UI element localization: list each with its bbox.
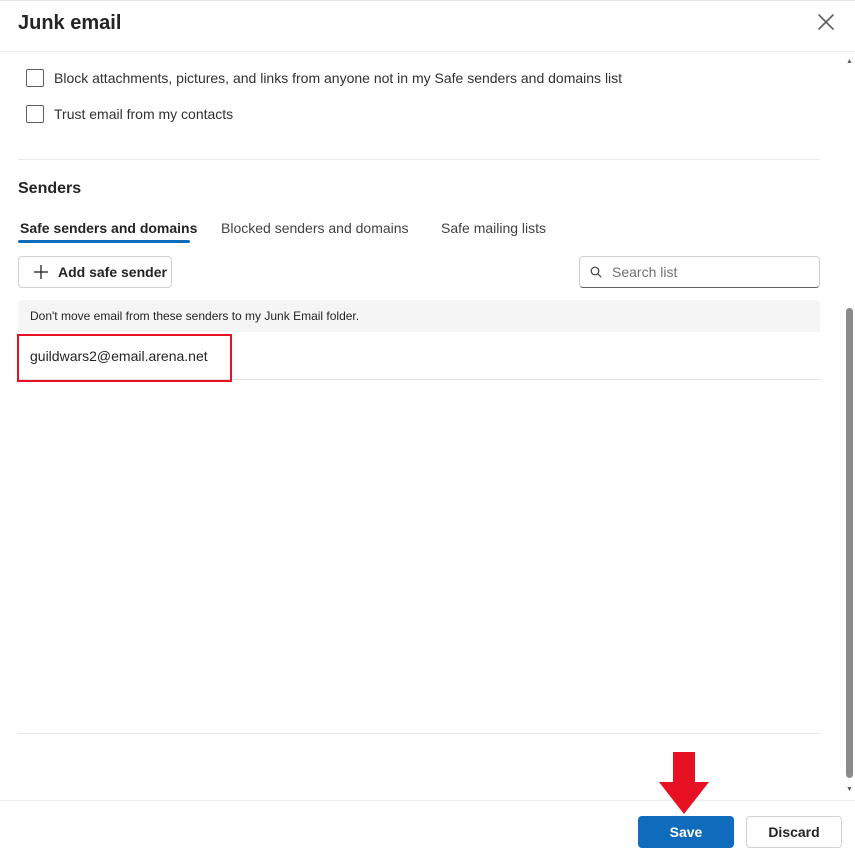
scroll-up-arrow[interactable]: ▲ bbox=[845, 58, 854, 66]
top-border bbox=[0, 0, 855, 1]
block-attachments-label: Block attachments, pictures, and links f… bbox=[54, 70, 623, 86]
section-divider bbox=[18, 159, 820, 160]
close-button[interactable] bbox=[812, 8, 840, 36]
tab-safe-mailing-lists[interactable]: Safe mailing lists bbox=[439, 220, 548, 244]
add-safe-sender-label: Add safe sender bbox=[58, 264, 167, 280]
senders-heading: Senders bbox=[18, 180, 82, 197]
list-description: Don't move email from these senders to m… bbox=[18, 300, 820, 332]
junk-email-dialog: Junk email Block attachments, pictures, … bbox=[0, 0, 855, 851]
scrollbar-thumb[interactable] bbox=[846, 308, 853, 778]
plus-icon bbox=[34, 265, 48, 279]
tab-blocked-senders[interactable]: Blocked senders and domains bbox=[219, 220, 411, 244]
active-tab-indicator bbox=[18, 240, 190, 243]
save-button[interactable]: Save bbox=[638, 816, 734, 848]
trust-contacts-checkbox[interactable] bbox=[26, 105, 44, 123]
block-attachments-checkbox[interactable] bbox=[26, 69, 44, 87]
trust-contacts-label: Trust email from my contacts bbox=[54, 106, 234, 122]
trust-contacts-option[interactable]: Trust email from my contacts bbox=[26, 105, 233, 123]
search-icon bbox=[590, 266, 602, 278]
close-icon bbox=[818, 14, 834, 30]
list-item[interactable]: guildwars2@email.arena.net bbox=[18, 333, 820, 380]
add-safe-sender-button[interactable]: Add safe sender bbox=[18, 256, 172, 288]
list-bottom-divider bbox=[18, 733, 820, 734]
annotation-arrow-icon bbox=[659, 752, 709, 814]
dialog-title: Junk email bbox=[18, 12, 122, 34]
header-divider bbox=[0, 51, 855, 52]
search-input[interactable] bbox=[610, 263, 804, 281]
search-box[interactable] bbox=[579, 256, 820, 288]
scroll-down-arrow[interactable]: ▼ bbox=[845, 786, 854, 794]
block-attachments-option[interactable]: Block attachments, pictures, and links f… bbox=[26, 69, 622, 87]
footer-divider bbox=[0, 800, 855, 801]
discard-button[interactable]: Discard bbox=[746, 816, 842, 848]
